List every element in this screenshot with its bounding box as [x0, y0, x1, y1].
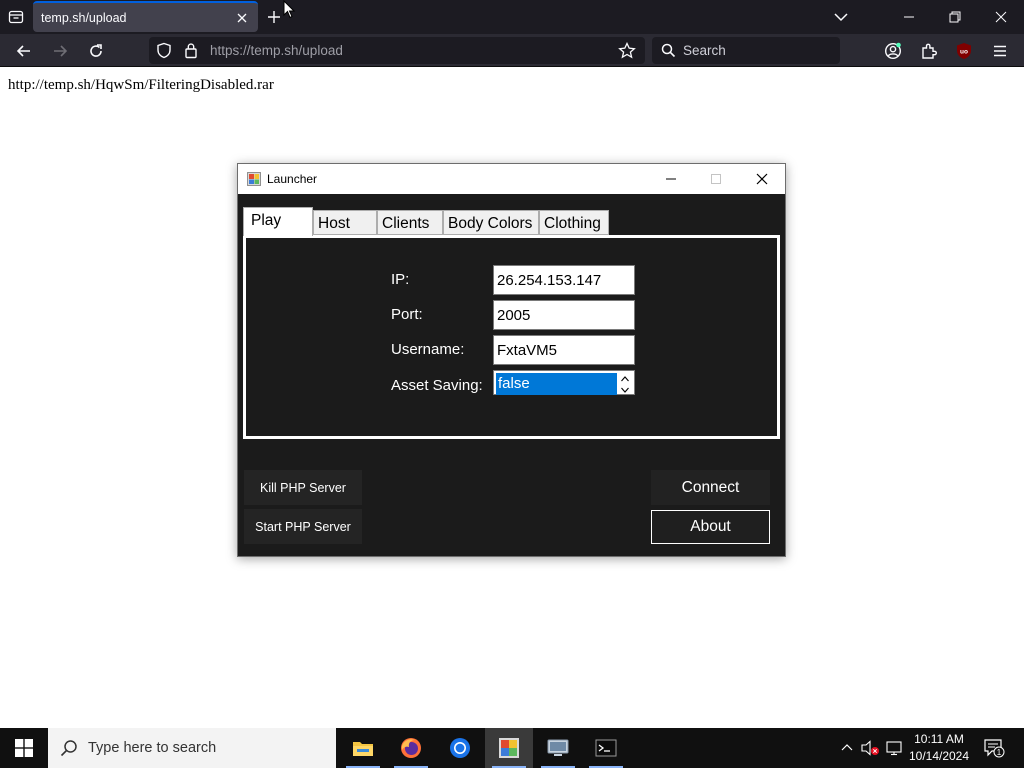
browser-nav-bar: https://temp.sh/upload Search uo — [0, 34, 1024, 67]
username-input[interactable]: FxtaVM5 — [493, 335, 635, 365]
taskbar-file-explorer[interactable] — [339, 728, 387, 768]
taskbar-chrome[interactable] — [436, 728, 484, 768]
clock-date: 10/14/2024 — [908, 749, 970, 763]
search-bar[interactable]: Search — [652, 37, 840, 64]
launcher-app-icon — [499, 738, 519, 758]
clock-time: 10:11 AM — [914, 732, 964, 746]
notification-count: 1 — [997, 748, 1002, 757]
start-php-server-button[interactable]: Start PHP Server — [244, 509, 362, 544]
launcher-close-button[interactable] — [740, 164, 784, 194]
asset-saving-label: Asset Saving: — [391, 377, 483, 394]
taskbar-launcher[interactable] — [485, 728, 533, 768]
launcher-minimize-button[interactable] — [649, 164, 693, 194]
asset-saving-spinner[interactable]: false — [493, 370, 635, 395]
tab-clothing[interactable]: Clothing — [539, 210, 609, 235]
puzzle-piece-icon — [922, 43, 937, 59]
ublock-shield-icon: uo — [957, 43, 971, 59]
maximize-icon — [711, 174, 721, 184]
taskbar-firefox[interactable] — [387, 728, 435, 768]
notifications-button[interactable]: 1 — [982, 738, 1006, 758]
tab-title: temp.sh/upload — [41, 11, 127, 25]
launcher-maximize-button[interactable] — [694, 164, 738, 194]
forward-button[interactable] — [47, 38, 73, 64]
tab-clients[interactable]: Clients — [377, 210, 443, 235]
reload-icon — [90, 44, 102, 57]
taskbar-terminal[interactable] — [582, 728, 630, 768]
taskbar-remote-desktop[interactable] — [534, 728, 582, 768]
ublock-badge-text: uo — [960, 49, 968, 56]
hamburger-menu-icon — [994, 45, 1006, 57]
browser-tab-active[interactable]: temp.sh/upload — [33, 1, 258, 32]
start-button[interactable] — [0, 728, 48, 768]
lock-icon[interactable] — [184, 42, 198, 59]
minimize-icon — [666, 178, 676, 180]
connect-button[interactable]: Connect — [651, 470, 770, 505]
app-menu-button[interactable] — [987, 38, 1013, 64]
windows-taskbar: Type here to search 10:11 AM 10/14/2024 … — [0, 728, 1024, 768]
tab-play[interactable]: Play — [243, 207, 313, 236]
about-button[interactable]: About — [651, 510, 770, 544]
search-icon — [60, 740, 77, 757]
speaker-muted-icon — [861, 740, 879, 756]
port-label: Port: — [391, 306, 423, 323]
reload-button[interactable] — [83, 38, 109, 64]
ublock-button[interactable]: uo — [951, 38, 977, 64]
tab-body-colors[interactable]: Body Colors — [443, 210, 539, 235]
network-icon — [886, 741, 902, 756]
shield-icon[interactable] — [156, 42, 172, 59]
url-host: https://temp.sh — [210, 43, 299, 58]
tab-list-icon — [8, 10, 24, 24]
spinner-arrows-icon[interactable] — [618, 372, 632, 397]
mouse-cursor-icon — [283, 0, 296, 19]
search-icon — [661, 43, 676, 58]
url-text: https://temp.sh/upload — [210, 43, 343, 58]
browser-tab-bar: temp.sh/upload — [0, 0, 1024, 34]
taskbar-clock[interactable]: 10:11 AM 10/14/2024 — [903, 731, 975, 765]
kill-php-server-button[interactable]: Kill PHP Server — [244, 470, 362, 505]
address-bar[interactable]: https://temp.sh/upload — [149, 37, 645, 64]
arrow-left-icon — [16, 45, 30, 57]
username-label: Username: — [391, 341, 465, 358]
remote-desktop-icon — [547, 739, 569, 756]
plus-icon — [268, 11, 280, 23]
play-tab-panel: IP: 26.254.153.147 Port: 2005 Username: … — [243, 235, 780, 439]
extensions-button[interactable] — [916, 38, 942, 64]
back-button[interactable] — [11, 38, 37, 64]
ip-input[interactable]: 26.254.153.147 — [493, 265, 635, 295]
file-explorer-icon — [353, 742, 373, 756]
upload-result-link[interactable]: http://temp.sh/HqwSm/FilteringDisabled.r… — [8, 77, 274, 94]
bookmark-star-icon[interactable] — [618, 42, 636, 59]
notification-center-icon: 1 — [984, 739, 1005, 758]
launcher-app-icon — [247, 172, 261, 186]
show-hidden-icons-button[interactable] — [837, 738, 857, 758]
volume-button[interactable] — [860, 738, 880, 758]
taskbar-search-placeholder: Type here to search — [88, 740, 217, 756]
ip-label: IP: — [391, 271, 410, 288]
close-icon — [756, 173, 768, 185]
url-path: /upload — [298, 43, 343, 58]
account-icon — [884, 42, 902, 60]
launcher-window: Launcher Play Host Clients Body Colors C… — [237, 163, 786, 557]
firefox-icon — [401, 738, 421, 758]
asset-saving-value[interactable]: false — [496, 373, 617, 395]
close-icon[interactable] — [990, 6, 1012, 28]
taskbar-search-box[interactable]: Type here to search — [48, 728, 336, 768]
launcher-title-bar[interactable]: Launcher — [238, 164, 785, 194]
close-tab-icon[interactable] — [234, 10, 250, 26]
search-placeholder: Search — [683, 43, 726, 58]
network-button[interactable] — [884, 738, 904, 758]
minimize-icon[interactable] — [898, 6, 920, 28]
chevron-down-icon[interactable] — [830, 6, 852, 28]
windows-logo-icon — [15, 739, 33, 757]
arrow-right-icon — [54, 45, 68, 57]
tab-host[interactable]: Host — [313, 210, 377, 235]
terminal-icon — [595, 739, 617, 757]
port-input[interactable]: 2005 — [493, 300, 635, 330]
account-button[interactable] — [880, 38, 906, 64]
restore-icon[interactable] — [944, 6, 966, 28]
chrome-icon — [450, 738, 470, 758]
chevron-up-icon — [841, 744, 853, 751]
tab-list-button[interactable] — [4, 5, 28, 29]
launcher-title: Launcher — [267, 172, 318, 186]
